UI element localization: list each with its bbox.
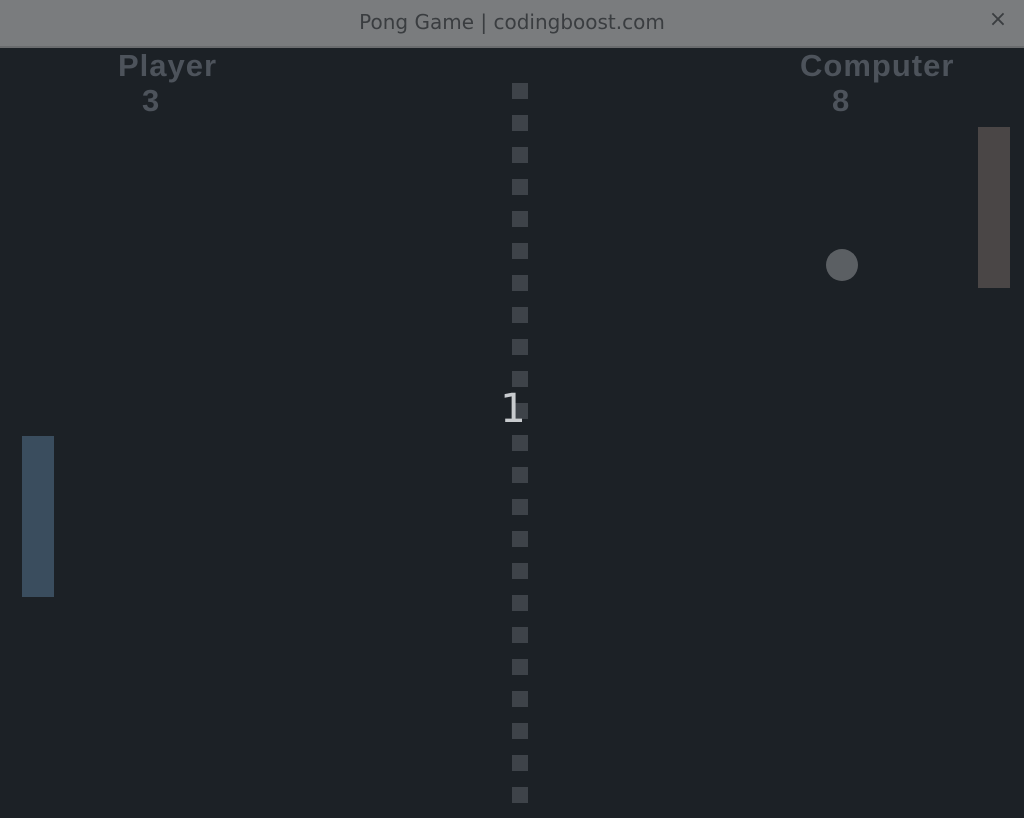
- net-segment: [512, 115, 528, 131]
- countdown-number: 1: [500, 386, 526, 432]
- net-segment: [512, 563, 528, 579]
- close-icon[interactable]: ×: [988, 8, 1008, 32]
- game-window: Pong Game | codingboost.com × Player 3 C…: [0, 0, 1024, 818]
- game-canvas[interactable]: Player 3 Computer 8 1: [0, 48, 1024, 818]
- net-segment: [512, 275, 528, 291]
- net-segment: [512, 371, 528, 387]
- net-segment: [512, 755, 528, 771]
- center-net: [512, 83, 528, 818]
- net-segment: [512, 467, 528, 483]
- computer-paddle: [978, 127, 1010, 288]
- net-segment: [512, 723, 528, 739]
- net-segment: [512, 531, 528, 547]
- net-segment: [512, 243, 528, 259]
- window-title: Pong Game | codingboost.com: [359, 10, 665, 34]
- title-bar: Pong Game | codingboost.com ×: [0, 0, 1024, 48]
- net-segment: [512, 659, 528, 675]
- net-segment: [512, 787, 528, 803]
- player-score: 3: [142, 83, 161, 118]
- player-label: Player: [118, 48, 218, 83]
- computer-label: Computer: [800, 48, 955, 83]
- net-segment: [512, 83, 528, 99]
- player-paddle[interactable]: [22, 436, 54, 597]
- net-segment: [512, 499, 528, 515]
- net-segment: [512, 627, 528, 643]
- net-segment: [512, 211, 528, 227]
- net-segment: [512, 435, 528, 451]
- computer-score: 8: [832, 83, 851, 118]
- net-segment: [512, 147, 528, 163]
- net-segment: [512, 691, 528, 707]
- net-segment: [512, 339, 528, 355]
- net-segment: [512, 179, 528, 195]
- net-segment: [512, 307, 528, 323]
- net-segment: [512, 595, 528, 611]
- ball: [826, 249, 858, 281]
